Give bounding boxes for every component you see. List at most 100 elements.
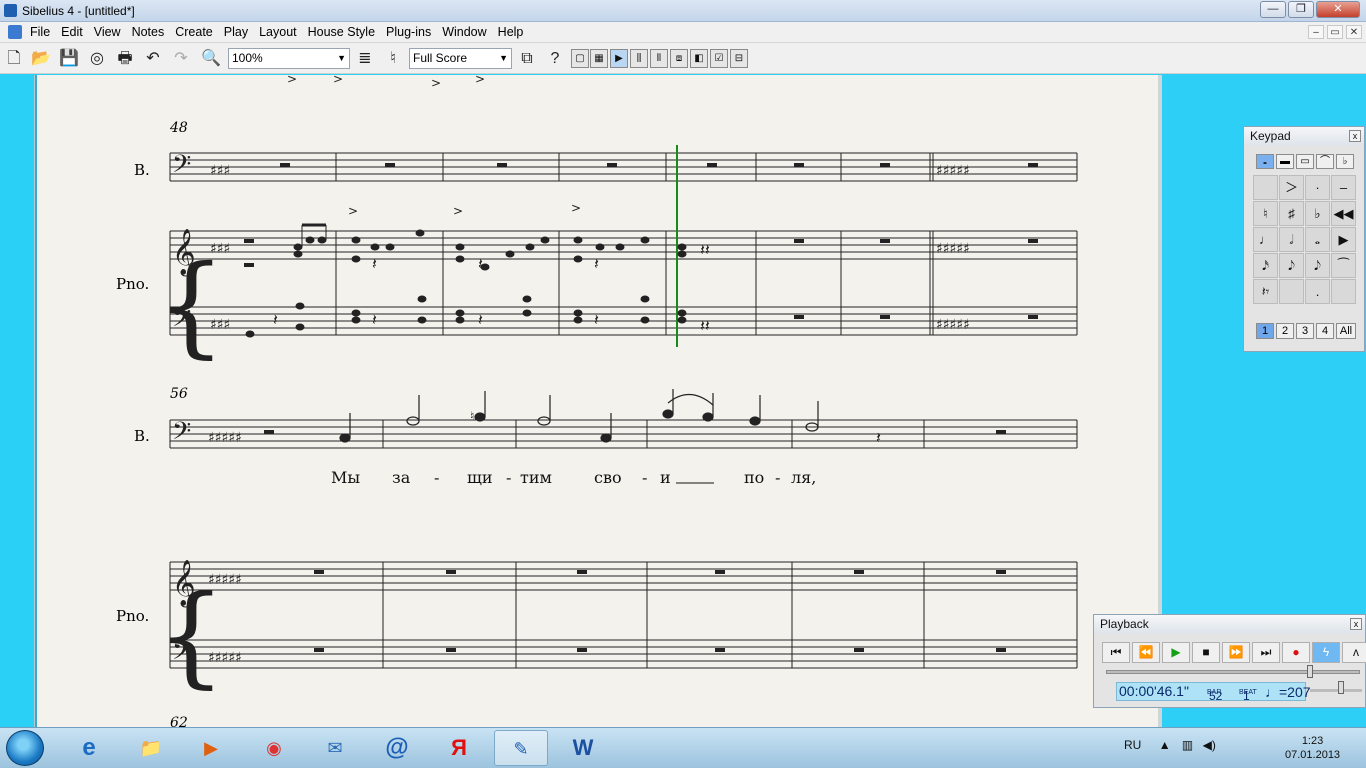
keypad-key-eighth-note-alt[interactable]: 𝅘𝅥𝅮 <box>1305 253 1330 278</box>
cd-icon[interactable]: ◎ <box>86 48 108 70</box>
keypad-key-whole-note[interactable]: 𝅝 <box>1305 227 1330 252</box>
menu-file[interactable]: File <box>30 25 50 39</box>
playback-title-bar[interactable]: Playback x <box>1094 615 1365 634</box>
language-indicator[interactable]: RU <box>1124 738 1141 752</box>
taskbar-app-word[interactable]: W <box>556 730 610 766</box>
redo-icon[interactable]: ↷ <box>170 48 192 70</box>
menu-play[interactable]: Play <box>224 25 248 39</box>
parts-icon[interactable]: ⧉ <box>516 48 538 70</box>
keypad-toggle[interactable]: ▦ <box>590 49 608 68</box>
document-icon[interactable] <box>8 25 22 39</box>
menu-view[interactable]: View <box>94 25 121 39</box>
playback-toggle[interactable]: ▶ <box>610 49 628 68</box>
minimize-button[interactable]: — <box>1260 1 1286 18</box>
keypad-key-tenuto[interactable]: – <box>1331 175 1356 200</box>
new-file-icon[interactable]: 🗋 <box>3 48 25 70</box>
keypad-tab-accidentals[interactable]: ♭ <box>1336 154 1354 169</box>
hide-empty-staves-icon[interactable]: ≣ <box>354 48 376 70</box>
taskbar-app-explorer[interactable]: 📁 <box>124 730 178 766</box>
record-button[interactable]: ● <box>1282 642 1310 663</box>
keypad-layout-2[interactable]: 2 <box>1276 323 1294 339</box>
piano-bass-staff[interactable] <box>169 639 1078 669</box>
menu-edit[interactable]: Edit <box>61 25 83 39</box>
mixer-toggle[interactable]: ⫼ <box>630 49 648 68</box>
undo-icon[interactable]: ↶ <box>142 48 164 70</box>
worksheet-toggle[interactable]: ⊟ <box>730 49 748 68</box>
taskbar-app-sibelius[interactable]: ✎ <box>494 730 548 766</box>
keypad-key-blank-3[interactable] <box>1331 279 1356 304</box>
rewind-button[interactable]: ⏪ <box>1132 642 1160 663</box>
keypad-tab-beams[interactable]: ▭ <box>1296 154 1314 169</box>
ideas-toggle[interactable]: ⦀ <box>650 49 668 68</box>
menu-help[interactable]: Help <box>498 25 524 39</box>
keypad-key-eighth-note[interactable]: 𝅘𝅥𝅮 <box>1279 253 1304 278</box>
keypad-key-rest[interactable]: 𝄽𝄾 <box>1253 279 1278 304</box>
play-button[interactable]: ▶ <box>1162 642 1190 663</box>
navigator-toggle[interactable]: ▢ <box>571 49 589 68</box>
taskbar-app-chrome[interactable]: ◉ <box>247 730 301 766</box>
keypad-title-bar[interactable]: Keypad x <box>1244 127 1364 146</box>
taskbar-app-mail[interactable]: ✉ <box>308 730 362 766</box>
transform-toggle[interactable]: ☑ <box>710 49 728 68</box>
keypad-tab-articulations[interactable]: ⌒ <box>1316 154 1334 169</box>
menu-plug-ins[interactable]: Plug-ins <box>386 25 431 39</box>
playback-position-thumb[interactable] <box>1306 665 1313 678</box>
tempo-slider-thumb[interactable] <box>1338 681 1344 694</box>
keypad-layout-1[interactable]: 1 <box>1256 323 1274 339</box>
network-icon[interactable]: ▥ <box>1182 738 1193 752</box>
fast-forward-button[interactable]: ⏩ <box>1222 642 1250 663</box>
taskbar-app-internet-explorer[interactable]: e <box>62 730 116 766</box>
zoom-tool-icon[interactable]: 🔍 <box>200 48 222 70</box>
keypad-key-blank-2[interactable] <box>1279 279 1304 304</box>
menu-create[interactable]: Create <box>175 25 213 39</box>
document-restore-button[interactable]: ▭ <box>1327 25 1343 39</box>
help-icon[interactable]: ? <box>544 48 566 70</box>
menu-layout[interactable]: Layout <box>259 25 297 39</box>
keypad-tab-more-notes[interactable]: ▬ <box>1276 154 1294 169</box>
menu-notes[interactable]: Notes <box>132 25 165 39</box>
keypad-key-blank[interactable] <box>1253 175 1278 200</box>
close-icon[interactable]: x <box>1349 130 1361 142</box>
taskbar-app-mail-agent[interactable]: @ <box>370 730 424 766</box>
espressivo-button[interactable]: ʌ <box>1342 642 1366 663</box>
maximize-button[interactable]: ❐ <box>1288 1 1314 18</box>
save-icon[interactable]: 💾 <box>58 48 80 70</box>
print-icon[interactable]: 🖶 <box>114 48 136 70</box>
start-button[interactable] <box>6 730 44 766</box>
bass-staff[interactable] <box>169 419 1078 449</box>
menu-window[interactable]: Window <box>442 25 486 39</box>
transposing-score-icon[interactable]: ♮ <box>382 48 404 70</box>
close-icon[interactable]: x <box>1350 618 1362 630</box>
score-canvas[interactable]: > > > > 48 B. Pno. {𝄢 𝄞 𝄢 ♯♯♯ ♯♯♯ ♯♯♯ ♯… <box>35 75 1159 727</box>
tempo-slider[interactable] <box>1310 689 1362 692</box>
piano-notes[interactable] <box>244 223 687 338</box>
show-hidden-icons-icon[interactable]: ▲ <box>1159 738 1171 752</box>
keypad-key-natural[interactable]: ♮ <box>1253 201 1278 226</box>
menu-house-style[interactable]: House Style <box>308 25 375 39</box>
piano-treble-staff[interactable] <box>169 561 1078 591</box>
video-toggle[interactable]: ◧ <box>690 49 708 68</box>
keypad-key-quarter-note[interactable]: ♩ <box>1253 227 1278 252</box>
keypad-layout-all[interactable]: All <box>1336 323 1356 339</box>
close-button[interactable]: ✕ <box>1316 1 1360 18</box>
keypad-key-accent[interactable]: ＞ <box>1279 175 1304 200</box>
go-to-end-button[interactable]: ⏭ <box>1252 642 1280 663</box>
taskbar-app-media-player[interactable]: ▶ <box>184 730 238 766</box>
keypad-key-tie[interactable]: ⁀ <box>1331 253 1356 278</box>
keypad-key-flat[interactable]: ♭ <box>1305 201 1330 226</box>
keypad-key-play[interactable]: ▶ <box>1331 227 1356 252</box>
taskbar-app-yandex[interactable]: Я <box>432 730 486 766</box>
keypad-layout-4[interactable]: 4 <box>1316 323 1334 339</box>
playback-position-slider[interactable] <box>1106 670 1360 674</box>
score-view-select[interactable]: Full Score ▼ <box>409 48 512 69</box>
clock[interactable]: 1:23 07.01.2013 <box>1285 734 1340 762</box>
document-close-button[interactable]: ✕ <box>1346 25 1362 39</box>
keypad-tab-common-notes[interactable]: 𝅝 <box>1256 154 1274 169</box>
keypad-key-sharp[interactable]: ♯ <box>1279 201 1304 226</box>
lyrics[interactable]: Мы за - щи - тим сво - и по - ля, <box>331 468 816 487</box>
live-playback-button[interactable]: ϟ <box>1312 642 1340 663</box>
score-paper[interactable]: > > > > 48 B. Pno. {𝄢 𝄞 𝄢 ♯♯♯ ♯♯♯ ♯♯♯ ♯… <box>34 75 1162 727</box>
keypad-key-rewind[interactable]: ◀◀ <box>1331 201 1356 226</box>
document-minimize-button[interactable]: – <box>1308 25 1324 39</box>
stop-button[interactable]: ■ <box>1192 642 1220 663</box>
